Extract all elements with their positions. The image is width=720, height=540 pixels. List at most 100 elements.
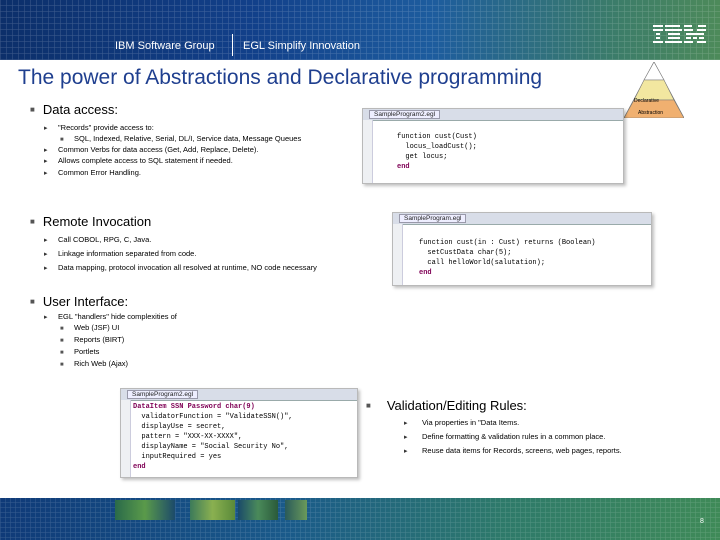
code-line: call helloWorld(salutation);: [419, 259, 546, 267]
list-item: ▸ Linkage information separated from code…: [44, 249, 196, 258]
list-item-text: "Records" provide access to:: [58, 123, 154, 132]
bullet-arrow-icon: ▸: [44, 125, 48, 132]
footer-pattern: [0, 498, 720, 540]
code-line: inputRequired = yes: [133, 453, 222, 461]
editor-tab-label: SampleProgram.egl: [399, 214, 467, 223]
bullet-arrow-icon: ▸: [44, 158, 48, 165]
bullet-square-icon: ■: [60, 350, 64, 356]
page-number: 8: [700, 518, 704, 525]
list-item: ▸ Allows complete access to SQL statement…: [44, 156, 233, 165]
bullet-arrow-icon: ▸: [44, 265, 48, 272]
list-item-text: Allows complete access to SQL statement …: [58, 156, 233, 165]
list-subitem-text: Web (JSF) UI: [74, 323, 120, 332]
code-editor-screenshot-dataitem: SampleProgram2.egl DataItem SSN Password…: [120, 388, 358, 478]
code-line: validatorFunction = "ValidateSSN()",: [133, 413, 293, 421]
code-line: DataItem SSN Password char(9): [133, 403, 255, 411]
editor-tab: SampleProgram2.egl: [363, 109, 623, 121]
list-subitem-text: Reports (BIRT): [74, 335, 125, 344]
bullet-square-icon: ■: [60, 137, 64, 143]
list-item: ▸ Via properties in "Data Items.: [404, 418, 519, 427]
section-heading: User Interface:: [42, 294, 129, 309]
section-data-access: ■ Data access:: [30, 102, 118, 117]
editor-tab-label: SampleProgram2.egl: [127, 390, 199, 399]
bullet-square-icon: ■: [60, 362, 64, 368]
list-subitem: ■ Rich Web (Ajax): [60, 359, 128, 368]
code-line: function cust(in : Cust) returns (Boolea…: [419, 239, 596, 247]
editor-gutter: [363, 120, 373, 183]
code-line: end: [397, 163, 410, 171]
list-item-text: Linkage information separated from code.: [58, 249, 197, 258]
ibm-logo: [653, 25, 706, 43]
code-line: displayName = "Social Security No",: [133, 443, 289, 451]
bullet-square-icon: ■: [60, 326, 64, 332]
editor-tab: SampleProgram.egl: [393, 213, 651, 225]
section-heading: Validation/Editing Rules:: [386, 398, 527, 413]
section-remote-invocation: ■ Remote Invocation: [30, 214, 151, 229]
code-line: end: [133, 463, 146, 471]
header-product-label: EGL Simplify Innovation: [243, 40, 360, 52]
section-validation-rules: ■ Validation/Editing Rules:: [366, 398, 527, 413]
list-subitem: ■ Web (JSF) UI: [60, 323, 119, 332]
footer-photo-strip: [115, 500, 175, 520]
footer-photo-strip: [190, 500, 235, 520]
code-editor-screenshot-records: SampleProgram2.egl function cust(Cust) l…: [362, 108, 624, 184]
bullet-arrow-icon: ▸: [44, 251, 48, 258]
header-bar: IBM Software Group EGL Simplify Innovati…: [0, 0, 720, 60]
list-item: ▸ Call COBOL, RPG, C, Java.: [44, 235, 151, 244]
bullet-arrow-icon: ▸: [44, 147, 48, 154]
list-item-text: Data mapping, protocol invocation all re…: [58, 263, 317, 272]
section-user-interface: ■ User Interface:: [30, 294, 128, 309]
bullet-square-icon: ■: [366, 401, 371, 410]
code-editor-screenshot-remote: SampleProgram.egl function cust(in : Cus…: [392, 212, 652, 286]
list-item: ▸ "Records" provide access to:: [44, 123, 154, 132]
code-line: setCustData char(5);: [419, 249, 512, 257]
bullet-arrow-icon: ▸: [404, 420, 408, 427]
footer-bar: [0, 498, 720, 540]
list-item: ▸ Common Verbs for data access (Get, Add,…: [44, 145, 259, 154]
bullet-arrow-icon: ▸: [44, 237, 48, 244]
section-heading: Data access:: [42, 102, 118, 117]
list-subitem: ■ Reports (BIRT): [60, 335, 124, 344]
header-group-label: IBM Software Group: [115, 40, 215, 52]
list-subitem-text: SQL, Indexed, Relative, Serial, DL/I, Se…: [74, 134, 302, 143]
list-subitem-text: Portlets: [74, 347, 100, 356]
bullet-arrow-icon: ▸: [404, 448, 408, 455]
editor-gutter: [393, 224, 403, 285]
list-item: ▸ Define formatting & validation rules in…: [404, 432, 605, 441]
list-item-text: Common Verbs for data access (Get, Add, …: [58, 145, 259, 154]
list-item-text: Via properties in "Data Items.: [422, 418, 520, 427]
list-item: ▸ Reuse data items for Records, screens, …: [404, 446, 622, 455]
code-line: end: [419, 269, 432, 277]
section-heading: Remote Invocation: [42, 214, 152, 229]
footer-photo-strip: [238, 500, 278, 520]
bullet-arrow-icon: ▸: [44, 170, 48, 177]
list-item: ▸ EGL "handlers" hide complexities of: [44, 312, 177, 321]
editor-tab: SampleProgram2.egl: [121, 389, 357, 401]
list-item-text: EGL "handlers" hide complexities of: [58, 312, 177, 321]
code-line: get locus;: [397, 153, 448, 161]
list-item-text: Call COBOL, RPG, C, Java.: [58, 235, 152, 244]
bullet-arrow-icon: ▸: [44, 314, 48, 321]
editor-gutter: [121, 400, 131, 477]
footer-photo-strip: [285, 500, 307, 520]
list-subitem: ■ Portlets: [60, 347, 99, 356]
list-item-text: Define formatting & validation rules in …: [422, 432, 606, 441]
code-line: pattern = "XXX-XX-XXXX",: [133, 433, 243, 441]
code-line: function cust(Cust): [397, 133, 477, 141]
header-separator: [232, 34, 233, 56]
code-line: displayUse = secret,: [133, 423, 226, 431]
bullet-square-icon: ■: [60, 338, 64, 344]
bullet-square-icon: ■: [30, 217, 35, 226]
bullet-square-icon: ■: [30, 297, 35, 306]
list-item-text: Reuse data items for Records, screens, w…: [422, 446, 622, 455]
code-line: locus_loadCust();: [397, 143, 477, 151]
bullet-square-icon: ■: [30, 105, 35, 114]
list-subitem-text: Rich Web (Ajax): [74, 359, 129, 368]
pyramid-top-label: Declarative: [634, 98, 660, 104]
editor-tab-label: SampleProgram2.egl: [369, 110, 441, 119]
list-item: ▸ Data mapping, protocol invocation all r…: [44, 263, 317, 272]
header-pattern: [0, 0, 720, 60]
page-title: The power of Abstractions and Declarativ…: [18, 66, 543, 89]
pyramid-bottom-label: Abstraction: [638, 110, 664, 116]
list-item-text: Common Error Handling.: [58, 168, 141, 177]
